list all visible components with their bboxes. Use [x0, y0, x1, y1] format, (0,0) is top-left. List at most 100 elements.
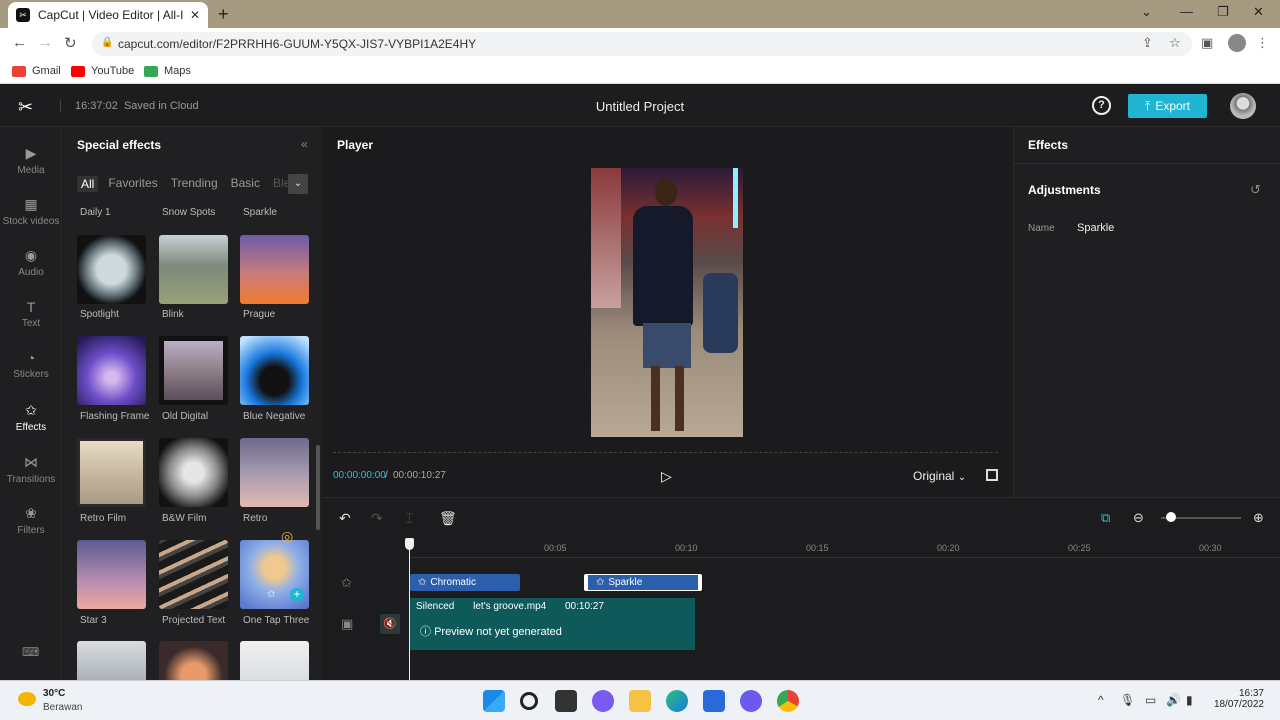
new-tab-icon[interactable]: + — [218, 4, 229, 25]
browser-profile-avatar[interactable] — [1228, 34, 1246, 52]
taskbar-clock[interactable]: 16:37 18/07/2022 — [1206, 688, 1264, 710]
zoom-in-icon[interactable]: ⊕ — [1253, 510, 1264, 526]
chevron-down-icon[interactable]: ⌄ — [1141, 4, 1152, 20]
filter-dropdown-chevron-icon[interactable]: ⌄ — [288, 174, 308, 194]
store-icon[interactable] — [703, 690, 725, 712]
share-icon[interactable]: ⇪ — [1142, 35, 1153, 51]
rail-effects[interactable]: ✩ Effects — [0, 402, 62, 433]
effect-thumb-retro-film[interactable] — [77, 438, 146, 507]
snap-icon[interactable]: ⧉ — [1101, 510, 1110, 526]
effect-thumb-bw-film[interactable] — [159, 438, 228, 507]
network-icon[interactable]: ▭ — [1145, 693, 1156, 707]
effect-thumb[interactable] — [240, 641, 309, 680]
rail-media[interactable]: ▶ Media — [0, 145, 62, 176]
effect-clip-icon: ✩ — [418, 577, 427, 588]
forward-icon[interactable]: → — [38, 34, 53, 51]
user-avatar[interactable] — [1230, 93, 1256, 119]
minimize-icon[interactable]: — — [1180, 4, 1193, 19]
project-title[interactable]: Untitled Project — [0, 99, 1280, 114]
effect-thumb-old-digital[interactable] — [159, 336, 228, 405]
help-icon[interactable]: ? — [1092, 96, 1111, 115]
chrome-icon[interactable] — [777, 690, 799, 712]
info-icon: ⓘ — [420, 626, 431, 638]
close-window-icon[interactable]: ✕ — [1253, 4, 1264, 20]
rail-stock-videos[interactable]: ▦ Stock videos — [0, 196, 62, 227]
menu-dots-icon[interactable]: ⋮ — [1256, 35, 1269, 51]
add-effect-icon[interactable]: + — [290, 588, 304, 602]
redo-icon[interactable]: ↷ — [371, 510, 383, 527]
collapse-panel-icon[interactable]: « — [301, 137, 308, 151]
url-field[interactable]: 🔒 capcut.com/editor/F2PRRHH6-GUUM-Y5QX-J… — [92, 32, 1192, 56]
battery-icon[interactable]: ▮ — [1186, 693, 1193, 707]
sidepanel-icon[interactable]: ▣ — [1201, 35, 1213, 51]
time-separator: / — [385, 470, 388, 481]
effect-clip-chromatic[interactable]: ✩ Chromatic — [410, 574, 520, 591]
effect-thumb-blink[interactable] — [159, 235, 228, 304]
effect-thumb-spotlight[interactable] — [77, 235, 146, 304]
fullscreen-icon[interactable] — [986, 469, 998, 481]
edge-icon[interactable] — [666, 690, 688, 712]
reset-icon[interactable]: ↺ — [1250, 182, 1261, 198]
effect-thumb-prague[interactable] — [240, 235, 309, 304]
filter-tab-basic[interactable]: Basic — [231, 176, 260, 192]
video-track-icon: ▣ — [341, 616, 354, 631]
undo-icon[interactable]: ↶ — [339, 510, 351, 527]
teams-chat-icon[interactable] — [592, 690, 614, 712]
browser-tab[interactable]: ✂ CapCut | Video Editor | All-In-One ✕ — [8, 2, 208, 28]
export-button[interactable]: ⤒ Export — [1128, 94, 1207, 118]
delete-icon[interactable]: 🗑 — [439, 510, 457, 527]
video-clip[interactable]: Silenced let's groove.mp4 00:10:27 ⓘ Pre… — [410, 598, 695, 650]
playhead[interactable] — [409, 538, 410, 681]
search-icon[interactable] — [520, 692, 538, 710]
volume-icon[interactable]: 🔊 — [1166, 693, 1181, 707]
maximize-icon[interactable]: ❐ — [1217, 4, 1229, 20]
rail-text[interactable]: T Text — [0, 299, 62, 329]
bookmark-youtube[interactable]: YouTube — [71, 65, 134, 77]
effect-thumb[interactable] — [159, 641, 228, 680]
effects-scrollbar[interactable] — [316, 445, 320, 530]
video-preview[interactable] — [591, 168, 743, 437]
divider — [1014, 163, 1280, 164]
favorite-star-icon[interactable]: ✩ — [267, 589, 275, 600]
zoom-slider-knob[interactable] — [1166, 512, 1176, 522]
tab-title: CapCut | Video Editor | All-In-One — [38, 8, 184, 22]
mute-track-icon[interactable]: 🔇 — [380, 614, 400, 634]
reload-icon[interactable]: ↻ — [64, 34, 77, 52]
back-icon[interactable]: ← — [12, 34, 27, 51]
bookmark-maps[interactable]: Maps — [144, 65, 191, 77]
clock-time: 16:37 — [1238, 688, 1264, 699]
time-ruler[interactable]: 00:05 00:10 00:15 00:20 00:25 00:30 — [409, 538, 1280, 558]
effect-thumb-retro[interactable] — [240, 438, 309, 507]
rail-audio[interactable]: ◉ Audio — [0, 247, 62, 278]
microphone-icon[interactable]: 🎙 — [1120, 693, 1135, 707]
effect-clip-icon: ✩ — [596, 577, 605, 588]
keyboard-icon[interactable]: ⌨ — [22, 645, 39, 659]
tray-chevron-icon[interactable]: ^ — [1098, 693, 1104, 707]
effect-thumb-blue-negative[interactable] — [240, 336, 309, 405]
play-icon[interactable]: ▷ — [661, 468, 672, 485]
effect-thumb-flashing-frame[interactable] — [77, 336, 146, 405]
discord-icon[interactable] — [740, 690, 762, 712]
effect-clip-sparkle[interactable]: ✩ Sparkle — [584, 574, 702, 591]
player-progress-bar[interactable] — [333, 452, 998, 454]
clip-duration: 00:10:27 — [564, 601, 604, 612]
filter-tab-all[interactable]: All — [77, 176, 99, 192]
effect-thumb[interactable] — [77, 641, 146, 680]
close-tab-icon[interactable]: ✕ — [190, 8, 200, 22]
zoom-out-icon[interactable]: ⊖ — [1133, 510, 1144, 526]
effect-thumb-one-tap-three[interactable]: ✩ + — [240, 540, 309, 609]
task-view-icon[interactable] — [555, 690, 577, 712]
rail-stickers[interactable]: ◔ Stickers — [0, 350, 62, 380]
bookmark-star-icon[interactable]: ☆ — [1169, 35, 1181, 51]
rail-transitions[interactable]: ⋈ Transitions — [0, 454, 62, 485]
effect-thumb-projected-text[interactable] — [159, 540, 228, 609]
rail-filters[interactable]: ❀ Filters — [0, 505, 62, 536]
filter-tab-trending[interactable]: Trending — [171, 176, 218, 192]
aspect-ratio-dropdown[interactable]: Original ⌄ — [913, 469, 966, 483]
bookmark-gmail[interactable]: Gmail — [12, 65, 61, 77]
effect-thumb-star-3[interactable] — [77, 540, 146, 609]
filter-tab-favorites[interactable]: Favorites — [108, 176, 157, 192]
windows-start-icon[interactable] — [483, 690, 505, 712]
file-explorer-icon[interactable] — [629, 690, 651, 712]
split-icon[interactable]: ⌶ — [405, 510, 413, 527]
